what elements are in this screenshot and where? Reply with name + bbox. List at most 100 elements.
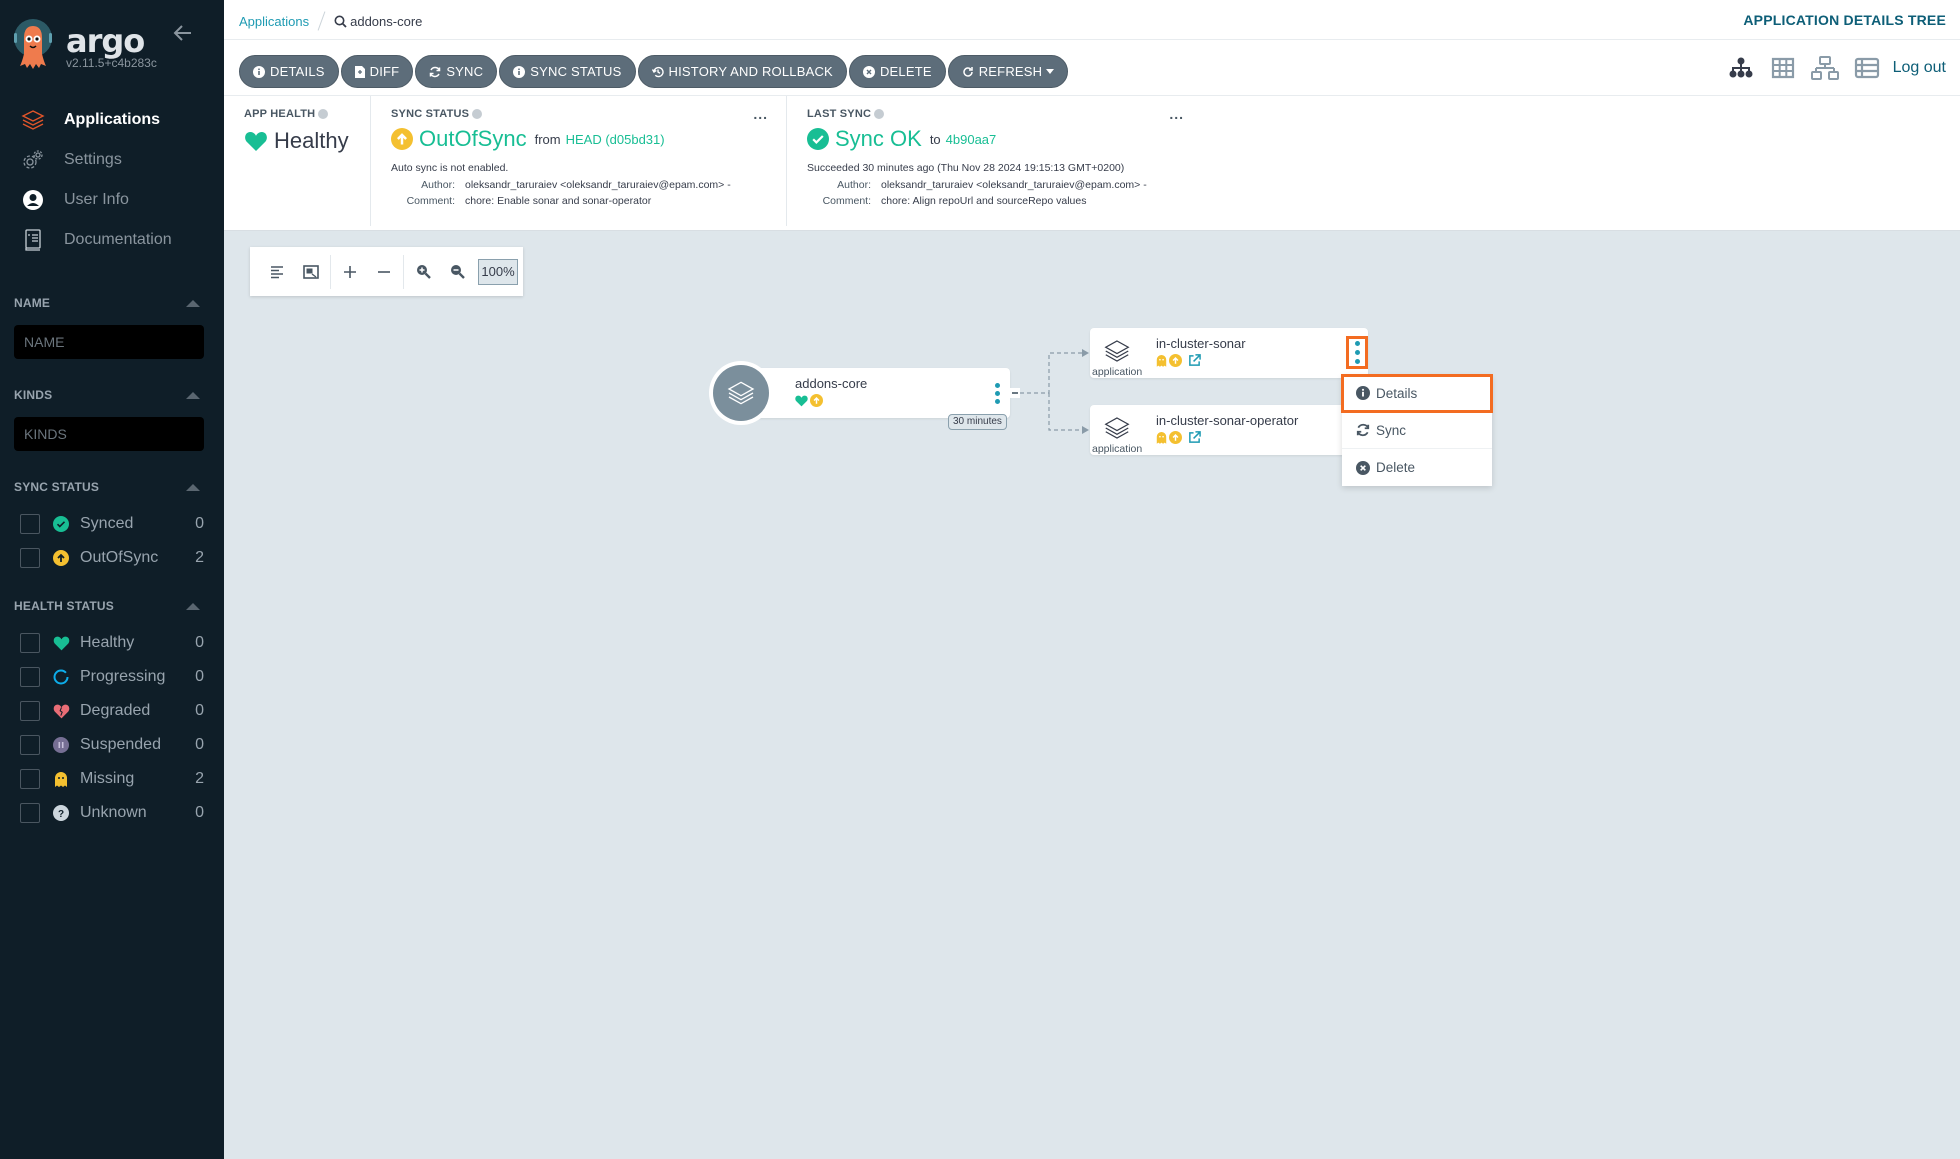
- external-link-icon[interactable]: [1188, 354, 1201, 367]
- filter-sync-status-header[interactable]: SYNC STATUS: [14, 479, 204, 495]
- filter-name-header[interactable]: NAME: [14, 295, 204, 311]
- delete-button[interactable]: DELETE: [848, 55, 946, 88]
- sidebar-item-settings[interactable]: Settings: [0, 140, 224, 180]
- checkbox[interactable]: [20, 803, 40, 823]
- filter-kinds-section: KINDS: [14, 387, 204, 451]
- sync-status-button[interactable]: SYNC STATUS: [499, 55, 636, 88]
- last-sync-more-button[interactable]: ...: [1169, 106, 1184, 122]
- status-panel: APP HEALTH Healthy SYNC STATUS OutOfSync…: [224, 96, 1960, 231]
- logout-link[interactable]: Log out: [1893, 59, 1946, 77]
- filter-health-status-title: HEALTH STATUS: [14, 599, 114, 613]
- name-filter-input[interactable]: [14, 325, 204, 359]
- help-icon[interactable]: [318, 109, 329, 119]
- kinds-filter-input[interactable]: [14, 417, 204, 451]
- refresh-button[interactable]: REFRESH: [947, 55, 1069, 88]
- zoom-in-button[interactable]: [406, 255, 440, 289]
- checkbox[interactable]: [20, 769, 40, 789]
- expand-all-button[interactable]: [333, 255, 367, 289]
- sync-status-more-button[interactable]: ...: [753, 106, 768, 122]
- filter-checkbox-synced[interactable]: Synced 0: [14, 507, 204, 541]
- list-view-icon[interactable]: [1853, 56, 1881, 80]
- node-actions-menu-button[interactable]: [1346, 336, 1368, 369]
- filter-checkbox-outofsync[interactable]: OutOfSync 2: [14, 541, 204, 575]
- sync-button[interactable]: SYNC: [415, 55, 498, 88]
- layers-icon: [20, 107, 46, 133]
- file-diff-icon: [354, 65, 365, 78]
- history-and-rollback-button[interactable]: HISTORY AND ROLLBACK: [637, 55, 847, 88]
- graph-node-in-cluster-sonar[interactable]: application in-cluster-sonar: [1090, 328, 1368, 378]
- node-status-icons: [795, 394, 825, 407]
- graph-node-in-cluster-sonar-operator[interactable]: application in-cluster-sonar-operator: [1090, 405, 1368, 455]
- help-icon[interactable]: [472, 109, 483, 119]
- author-label: Author:: [421, 179, 455, 191]
- graph-node-addons-core[interactable]: addons-core: [735, 368, 1010, 418]
- sync-status-value: OutOfSync: [419, 126, 527, 151]
- filter-count: 2: [195, 770, 204, 787]
- sidebar-item-documentation[interactable]: Documentation: [0, 220, 224, 260]
- breadcrumb-current[interactable]: addons-core: [334, 14, 422, 29]
- filter-checkbox-unknown[interactable]: ? Unknown 0: [14, 796, 204, 830]
- node-actions-menu-button[interactable]: [990, 381, 1004, 405]
- filter-health-status-header[interactable]: HEALTH STATUS: [14, 598, 204, 614]
- context-menu-delete[interactable]: Delete: [1342, 449, 1492, 486]
- times-circle-icon: [1356, 460, 1370, 475]
- filter-checkbox-missing[interactable]: Missing 2: [14, 762, 204, 796]
- zoom-out-icon: [450, 265, 465, 279]
- sync-icon: [1356, 423, 1370, 437]
- zoom-out-button[interactable]: [440, 255, 474, 289]
- sync-revision-link[interactable]: HEAD (d05bd31): [566, 132, 665, 147]
- zoom-level: 100%: [478, 258, 518, 285]
- button-label: SYNC: [446, 64, 484, 79]
- button-label: DETAILS: [270, 64, 325, 79]
- collapse-children-button[interactable]: [1010, 388, 1020, 398]
- heart-icon: [245, 131, 267, 151]
- help-icon[interactable]: [874, 109, 885, 119]
- checkbox[interactable]: [20, 667, 40, 687]
- filter-checkbox-suspended[interactable]: Suspended 0: [14, 728, 204, 762]
- progress-circle-icon: [52, 668, 70, 686]
- zoom-in-icon: [416, 265, 431, 279]
- align-left-icon: [271, 265, 283, 278]
- filter-checkbox-progressing[interactable]: Progressing 0: [14, 660, 204, 694]
- filter-name-title: NAME: [14, 296, 51, 310]
- author-value: oleksandr_taruraiev <oleksandr_taruraiev…: [881, 179, 1147, 191]
- last-sync-panel[interactable]: LAST SYNC Sync OK to 4b90aa7 Succeeded 3…: [786, 96, 1206, 226]
- checkbox[interactable]: [20, 548, 40, 568]
- breadcrumb-applications-link[interactable]: Applications: [239, 14, 309, 29]
- checkbox[interactable]: [20, 633, 40, 653]
- pods-grid-view-icon[interactable]: [1769, 56, 1797, 80]
- checkbox[interactable]: [20, 735, 40, 755]
- network-view-icon[interactable]: [1810, 56, 1839, 80]
- filter-kinds-header[interactable]: KINDS: [14, 387, 204, 403]
- sync-status-panel[interactable]: SYNC STATUS OutOfSync from HEAD (d05bd31…: [370, 96, 790, 226]
- diff-button[interactable]: DIFF: [340, 55, 414, 88]
- context-menu-sync[interactable]: Sync: [1342, 412, 1492, 449]
- external-link-icon[interactable]: [1188, 431, 1201, 444]
- filter-kinds-title: KINDS: [14, 388, 53, 402]
- last-sync-title: LAST SYNC: [807, 108, 872, 120]
- gears-icon: [20, 147, 46, 173]
- node-name: addons-core: [795, 376, 868, 391]
- check-circle-icon: [52, 515, 70, 533]
- last-sync-revision-link[interactable]: 4b90aa7: [946, 132, 997, 147]
- context-menu-details[interactable]: Details: [1341, 374, 1493, 413]
- checkbox[interactable]: [20, 701, 40, 721]
- collapse-sidebar-button[interactable]: [172, 22, 196, 46]
- checkbox[interactable]: [20, 514, 40, 534]
- info-circle-icon: [1356, 386, 1370, 400]
- page-title: APPLICATION DETAILS TREE: [1743, 12, 1946, 28]
- sidebar-item-applications[interactable]: Applications: [0, 100, 224, 140]
- details-button[interactable]: DETAILS: [239, 55, 339, 88]
- filter-checkbox-healthy[interactable]: Healthy 0: [14, 626, 204, 660]
- fit-to-screen-button[interactable]: [294, 255, 328, 289]
- node-name: in-cluster-sonar: [1156, 336, 1246, 351]
- collapse-all-button[interactable]: [367, 255, 401, 289]
- menu-item-label: Details: [1376, 385, 1418, 401]
- sidebar-item-user-info[interactable]: User Info: [0, 180, 224, 220]
- tree-view-icon[interactable]: [1727, 56, 1755, 80]
- plus-icon: [344, 265, 356, 278]
- filter-label: Healthy: [80, 634, 135, 651]
- toggle-layout-button[interactable]: [260, 255, 294, 289]
- comment-label: Comment:: [406, 195, 455, 207]
- filter-checkbox-degraded[interactable]: Degraded 0: [14, 694, 204, 728]
